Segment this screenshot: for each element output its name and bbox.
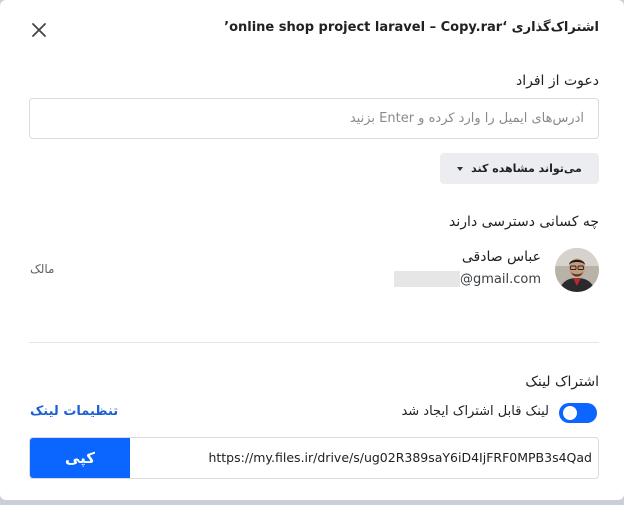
toggle-knob (563, 406, 577, 420)
link-share-toggle[interactable] (559, 403, 597, 423)
share-link-url[interactable]: https://my.files.ir/drive/s/ug02R389saY6… (208, 438, 592, 478)
invite-label: دعوت از افراد (516, 73, 599, 89)
share-dialog: اشتراک‌گذاری ‘online shop project larave… (0, 0, 624, 500)
share-link-field: کپی https://my.files.ir/drive/s/ug02R389… (29, 437, 599, 479)
email-redacted (393, 271, 460, 287)
link-settings-link[interactable]: تنظیمات لینک (30, 404, 118, 419)
user-email: @gmail.com (393, 271, 541, 287)
user-email-domain: @gmail.com (459, 271, 541, 287)
copy-button[interactable]: کپی (30, 438, 130, 478)
caret-down-icon (457, 166, 464, 171)
close-icon (32, 23, 46, 37)
link-share-label: اشتراک لینک (525, 374, 599, 390)
divider (29, 342, 599, 343)
invite-email-input[interactable] (29, 98, 599, 139)
user-name: عباس صادقی (461, 249, 541, 265)
avatar (555, 248, 599, 292)
permission-dropdown-label: می‌تواند مشاهده کند (471, 162, 582, 175)
close-button[interactable] (29, 20, 49, 40)
permission-dropdown[interactable]: می‌تواند مشاهده کند (440, 153, 599, 184)
user-role: مالک (30, 262, 55, 276)
link-share-toggle-label: لینک قابل اشتراک ایجاد شد (401, 404, 549, 419)
access-label: چه کسانی دسترسی دارند (449, 214, 599, 230)
dialog-title: اشتراک‌گذاری ‘online shop project larave… (224, 20, 599, 35)
